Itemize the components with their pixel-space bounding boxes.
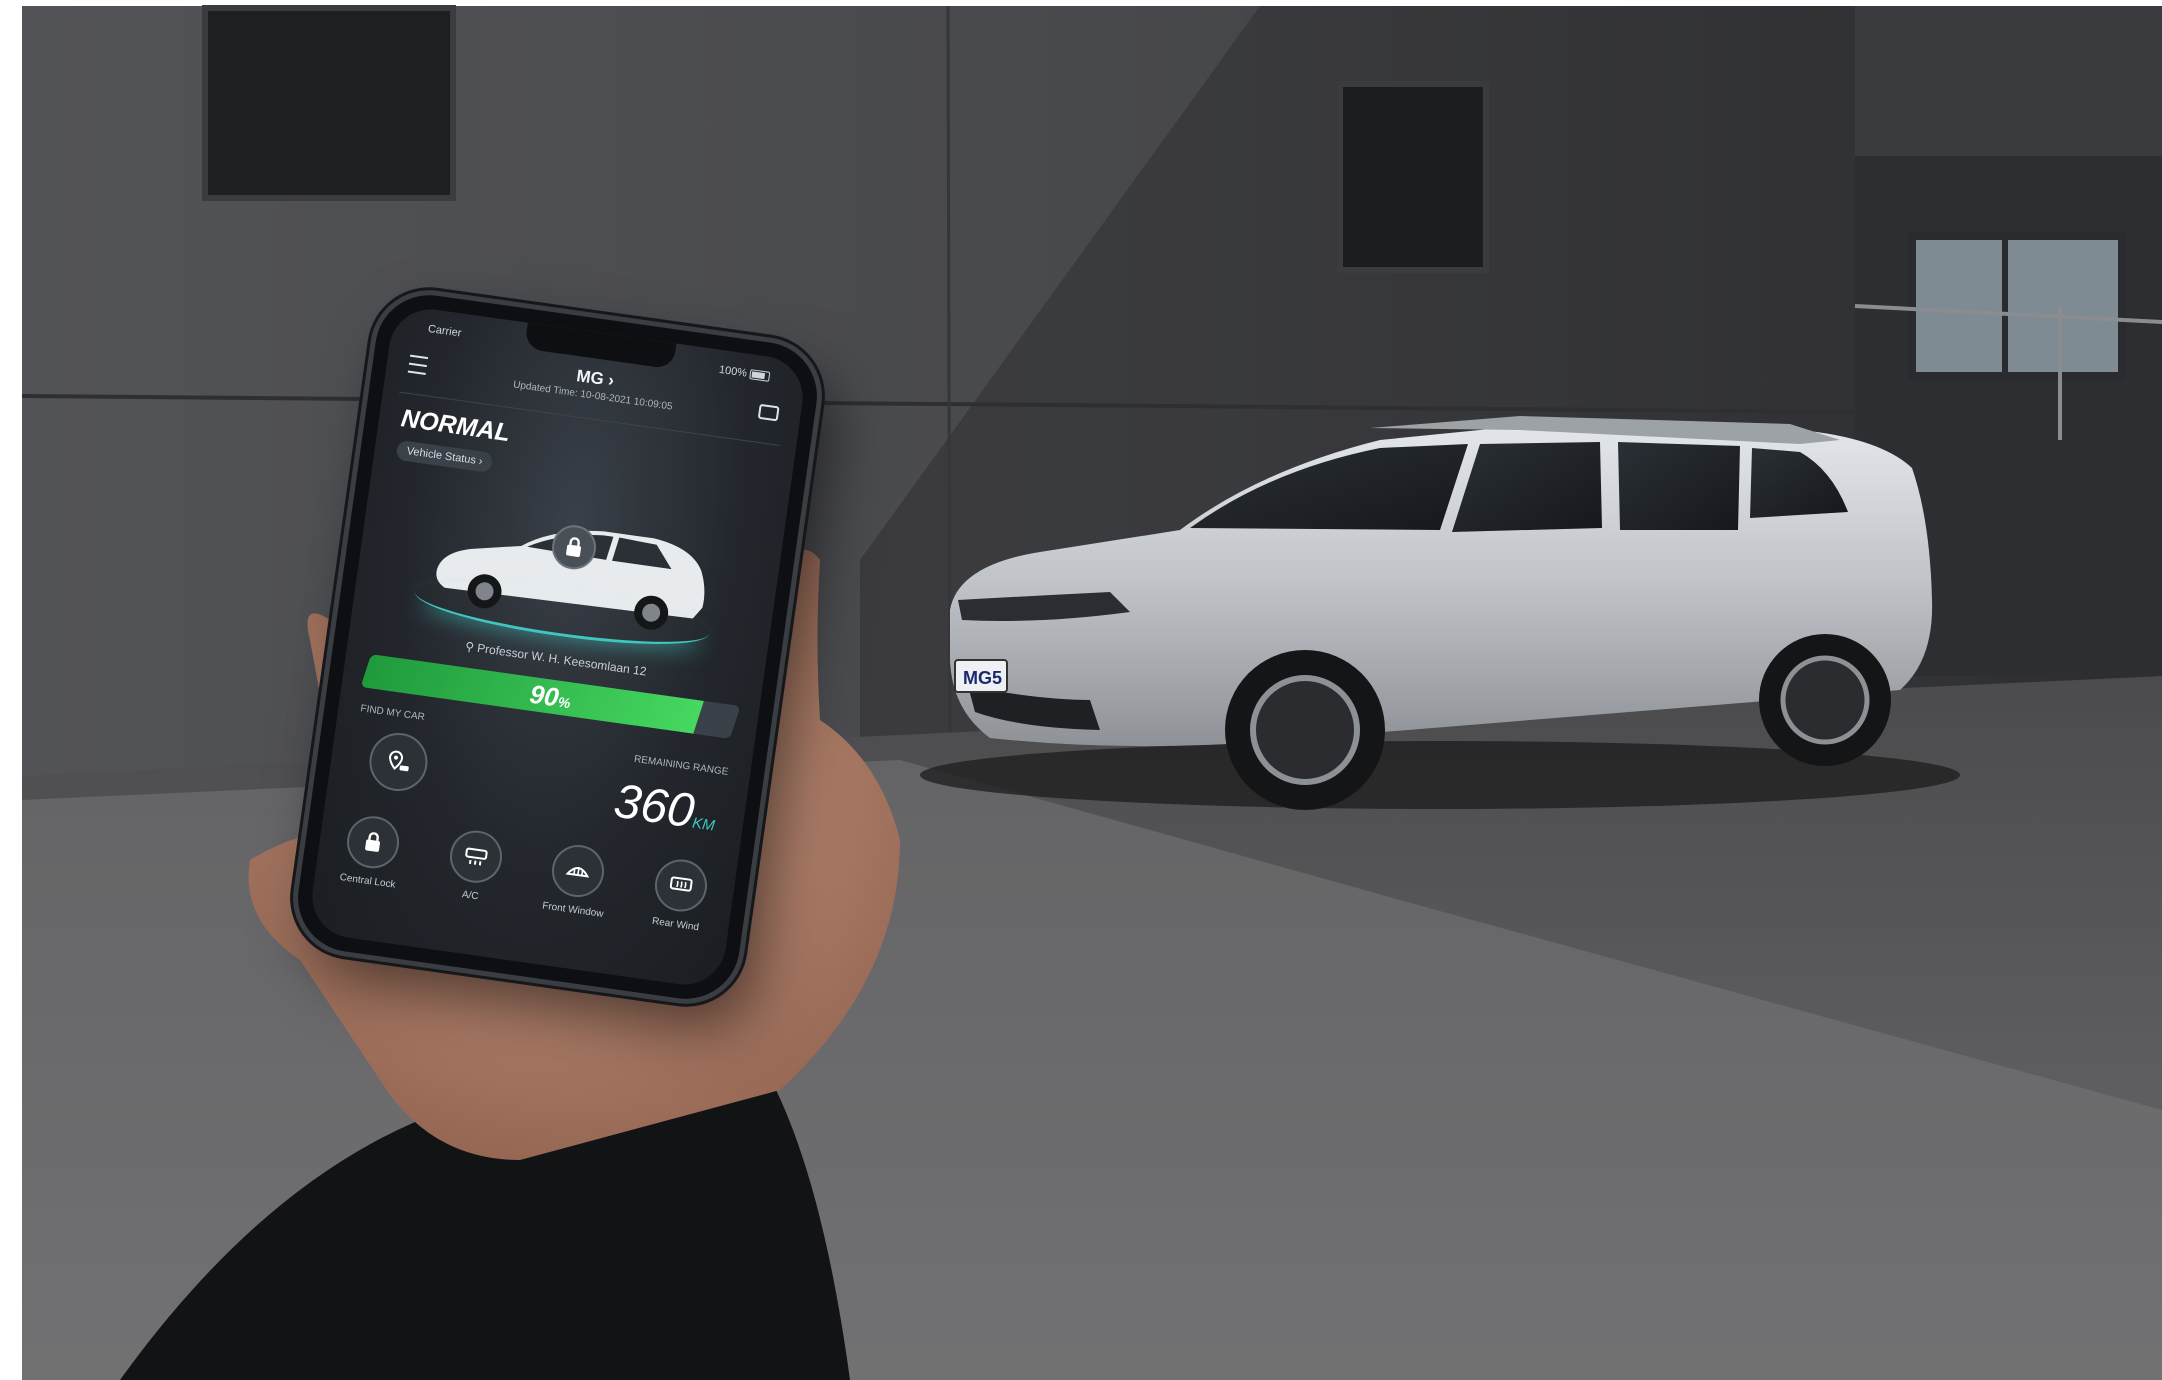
phone-screen: Carrier 100% MG › Updated Time: 10-08-20… (306, 304, 809, 990)
vehicle-status-button[interactable]: Vehicle Status › (395, 439, 494, 474)
range-value: 360 (610, 774, 698, 839)
control-label: Front Window (541, 900, 605, 920)
status-battery-text: 100% (718, 363, 748, 380)
control-front-window[interactable]: Front Window (529, 839, 624, 921)
car-plate: MG5 (963, 668, 1002, 688)
find-my-car-label: FIND MY CAR (359, 703, 426, 724)
front-defrost-icon (548, 841, 608, 901)
status-battery: 100% (718, 363, 771, 383)
control-ac[interactable]: A/C (427, 825, 522, 907)
battery-icon (749, 369, 771, 382)
battery-bar: 90% (360, 654, 741, 739)
control-rear-window[interactable]: Rear Wind (632, 854, 727, 936)
locate-car-icon (389, 750, 409, 772)
control-central-lock[interactable]: Central Lock (324, 810, 419, 892)
remaining-range-label: REMAINING RANGE (633, 753, 729, 778)
vehicle-illustration (392, 468, 747, 663)
control-label: Central Lock (338, 871, 397, 891)
find-my-car-button[interactable] (365, 729, 432, 795)
battery-percent-unit: % (556, 693, 572, 712)
smartphone: Carrier 100% MG › Updated Time: 10-08-20… (291, 288, 824, 1006)
control-label: Rear Wind (651, 915, 700, 934)
menu-icon[interactable] (407, 354, 429, 375)
battery-percent-value: 90 (527, 678, 561, 713)
scene: MG5 (0, 0, 2162, 1380)
message-icon[interactable] (757, 403, 780, 422)
lock-icon (343, 812, 403, 872)
range-unit: KM (691, 814, 716, 835)
ac-icon (446, 827, 506, 887)
remaining-range: 360KM (611, 774, 720, 843)
rear-defrost-icon (651, 856, 711, 915)
lock-icon (565, 537, 581, 557)
status-carrier: Carrier (427, 322, 463, 340)
control-label: A/C (461, 889, 480, 903)
